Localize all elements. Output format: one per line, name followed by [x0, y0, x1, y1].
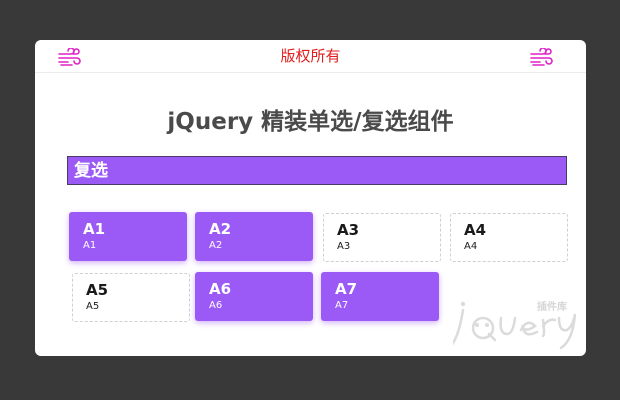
top-bar: 版权所有	[35, 40, 586, 73]
option-subtitle: A6	[209, 300, 223, 311]
option-title: A2	[209, 220, 232, 238]
option-title: A5	[86, 281, 109, 299]
option-title: A3	[337, 221, 360, 239]
option-subtitle: A7	[335, 300, 349, 311]
option-subtitle: A1	[83, 240, 97, 251]
section-header: 复选	[67, 156, 567, 185]
option-title: A7	[335, 280, 358, 298]
jquery-watermark-logo: 插件库	[453, 300, 577, 350]
option-subtitle: A5	[86, 301, 100, 312]
section-label: 复选	[74, 161, 108, 181]
svg-text:插件库: 插件库	[537, 300, 567, 313]
option-a4[interactable]: A4 A4	[450, 213, 568, 262]
copyright-text: 版权所有	[280, 47, 341, 65]
page-title: jQuery 精装单选/复选组件	[167, 109, 454, 135]
option-a7[interactable]: A7 A7	[321, 272, 439, 321]
option-title: A4	[464, 221, 487, 239]
option-subtitle: A2	[209, 240, 223, 251]
wind-icon	[530, 48, 553, 66]
option-a6[interactable]: A6 A6	[195, 272, 313, 321]
option-a5[interactable]: A5 A5	[72, 273, 190, 322]
option-subtitle: A4	[464, 241, 478, 252]
option-a3[interactable]: A3 A3	[323, 213, 441, 262]
option-subtitle: A3	[337, 241, 351, 252]
demo-card: 版权所有 jQuery 精装单选/复选组件 复选 A1 A1 A2 A2 A3 …	[35, 40, 586, 356]
option-a2[interactable]: A2 A2	[195, 212, 313, 261]
option-a1[interactable]: A1 A1	[69, 212, 187, 261]
option-title: A1	[83, 220, 106, 238]
option-title: A6	[209, 280, 232, 298]
